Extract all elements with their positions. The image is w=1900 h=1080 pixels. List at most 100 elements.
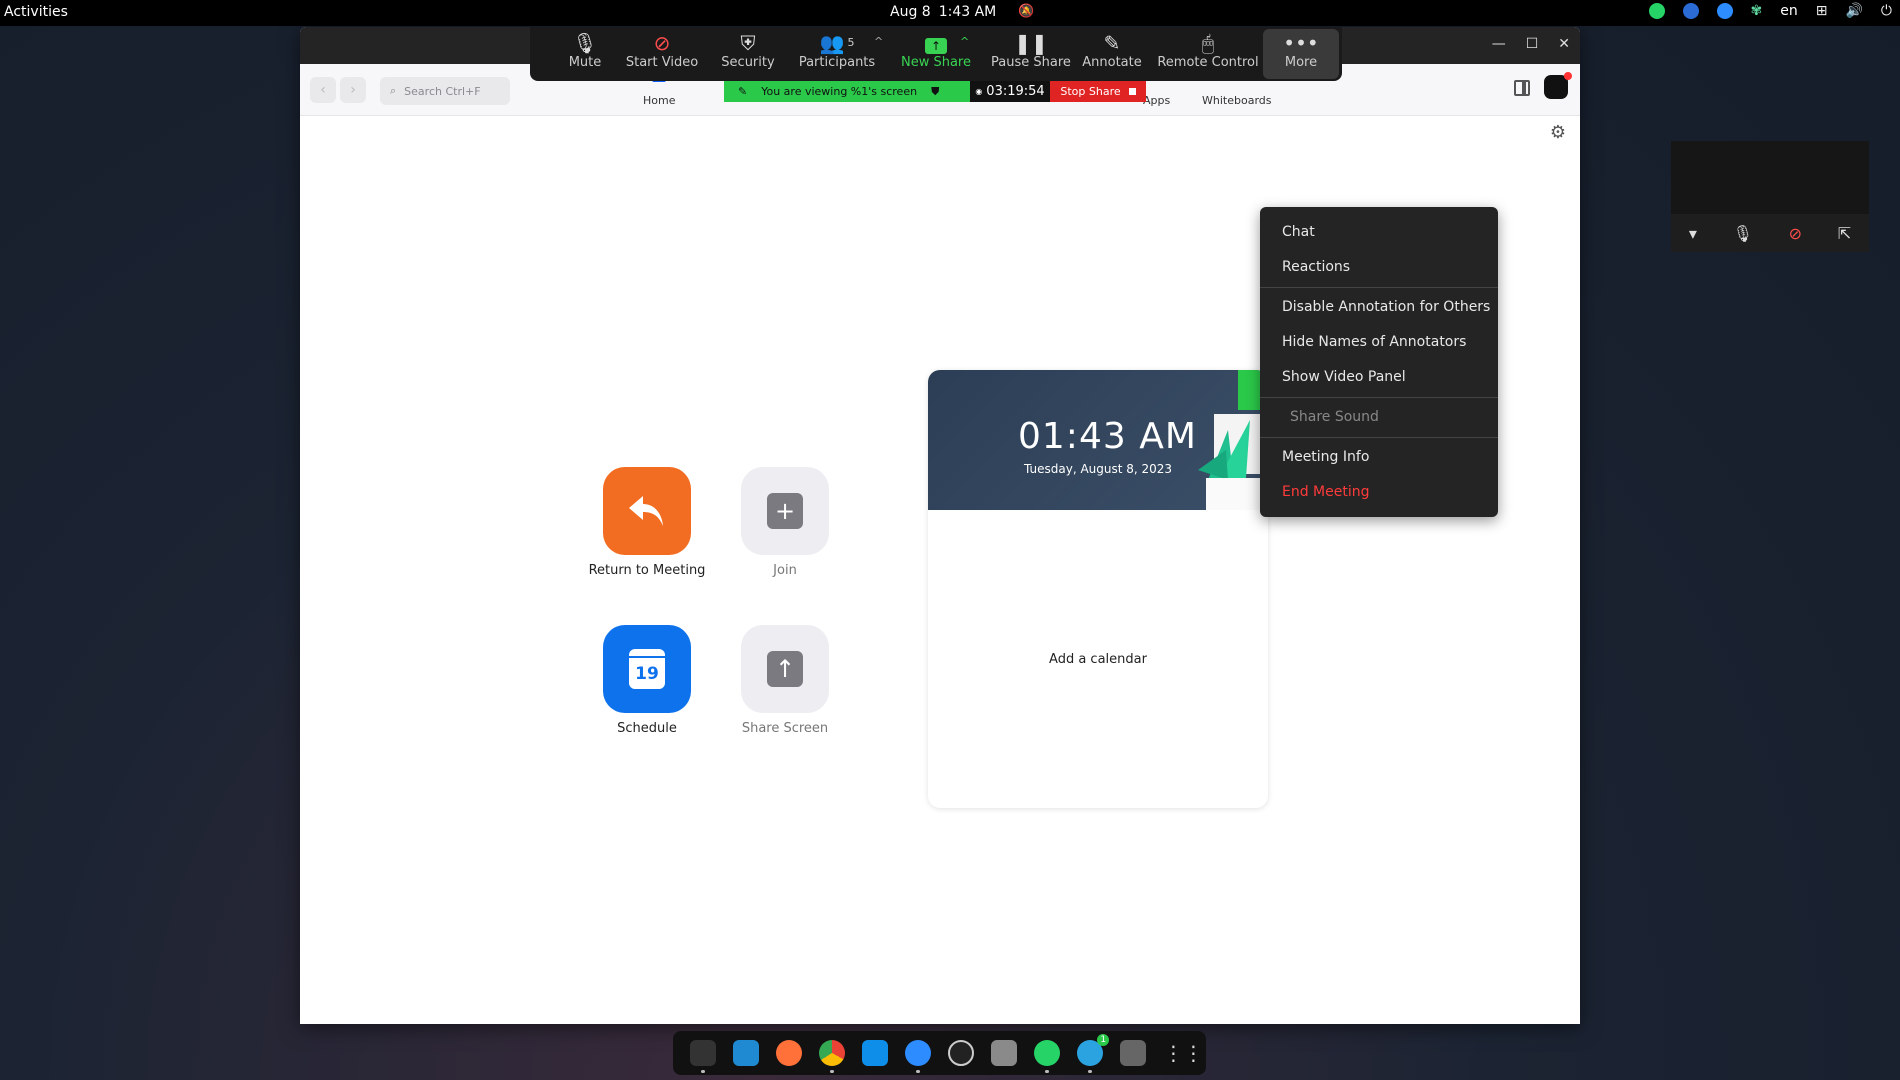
annotate-button[interactable]: ✎ Annotate: [1072, 31, 1152, 70]
whatsapp-tray-icon[interactable]: [1648, 3, 1665, 19]
chrome-icon[interactable]: [818, 1040, 845, 1073]
mouse-icon: 🖱: [1202, 31, 1214, 55]
schedule-button[interactable]: 19: [603, 625, 691, 713]
shield-check-icon: ⛊: [931, 84, 940, 98]
more-dots-icon: •••: [1283, 31, 1319, 55]
pause-icon: ❚❚: [1014, 31, 1048, 55]
search-input[interactable]: ⌕ Search Ctrl+F: [380, 77, 510, 105]
close-icon[interactable]: ✕: [1558, 36, 1570, 52]
clock-time: 1:43 AM: [938, 4, 997, 20]
more-menu: Chat Reactions Disable Annotation for Ot…: [1260, 207, 1498, 517]
stop-share-button[interactable]: Stop Share: [1050, 81, 1146, 102]
collapse-arrow-icon[interactable]: ▾: [1689, 224, 1697, 243]
schedule-label: Schedule: [617, 721, 677, 736]
calendar-card: 01:43 AM Tuesday, August 8, 2023 Add a c…: [928, 370, 1268, 808]
microphone-icon[interactable]: 🎙: [1733, 224, 1753, 243]
teamviewer-icon[interactable]: [861, 1040, 888, 1066]
telegram-badge: 1: [1097, 1034, 1110, 1046]
menu-divider: [1260, 397, 1498, 398]
remote-control-button[interactable]: 🖱 Remote Control: [1156, 31, 1260, 70]
files-icon[interactable]: [991, 1040, 1018, 1066]
join-label: Join: [773, 563, 797, 578]
share-screen-button[interactable]: ↑: [741, 625, 829, 713]
menu-item-reactions[interactable]: Reactions: [1260, 250, 1498, 285]
menu-item-hide-names[interactable]: Hide Names of Annotators: [1260, 325, 1498, 360]
new-share-caret-icon[interactable]: ^: [960, 35, 969, 48]
pencil-icon: ✎: [1103, 31, 1121, 55]
avatar[interactable]: [1544, 72, 1572, 99]
stop-square-icon: [1128, 88, 1136, 95]
join-tile[interactable]: + Join: [720, 467, 850, 578]
disk-icon[interactable]: [1120, 1040, 1147, 1066]
tab-apps[interactable]: Apps: [1143, 94, 1170, 107]
plant-illustration: [1198, 370, 1268, 510]
pop-out-icon[interactable]: ⇱: [1838, 224, 1851, 243]
return-to-meeting-button[interactable]: [603, 467, 691, 555]
language-indicator[interactable]: en: [1780, 3, 1798, 19]
more-button[interactable]: ••• More: [1263, 29, 1339, 79]
app-grid-icon[interactable]: ⋮⋮: [1163, 1040, 1203, 1066]
participants-caret-icon[interactable]: ^: [874, 35, 883, 48]
menu-item-show-video-panel[interactable]: Show Video Panel: [1260, 360, 1498, 395]
system-top-bar: Activities Aug 8 1:43 AM 🔕 ✾ en ⊞ 🔊 ⏻: [0, 0, 1900, 26]
add-calendar-link[interactable]: Add a calendar: [928, 652, 1268, 667]
upload-arrow-icon: ↑: [767, 651, 803, 687]
obs-icon[interactable]: [948, 1040, 974, 1066]
security-button[interactable]: ⛨ Security: [706, 31, 790, 70]
notifications-off-icon: 🔕: [1018, 4, 1035, 19]
annotate-pen-icon: ✎: [738, 85, 748, 98]
tab-home[interactable]: Home: [643, 76, 675, 107]
network-icon[interactable]: ⊞: [1816, 3, 1828, 19]
hero-date: Tuesday, August 8, 2023: [1024, 462, 1173, 476]
power-icon[interactable]: ⏻: [1881, 3, 1892, 19]
share-screen-tile[interactable]: ↑ Share Screen: [720, 625, 850, 736]
hero-time: 01:43 AM: [1018, 416, 1197, 457]
whatsapp-icon[interactable]: [1034, 1040, 1061, 1073]
minimize-icon[interactable]: —: [1492, 36, 1506, 52]
start-video-button[interactable]: ⊘ Start Video: [620, 31, 704, 70]
menu-item-end-meeting[interactable]: End Meeting: [1260, 475, 1498, 510]
calendar-hero: 01:43 AM Tuesday, August 8, 2023: [928, 370, 1268, 510]
search-icon: ⌕: [390, 84, 397, 97]
viewing-text: You are viewing %1's screen: [761, 85, 918, 98]
pause-share-button[interactable]: ❚❚ Pause Share: [983, 31, 1079, 70]
plus-icon: +: [767, 493, 803, 529]
back-button[interactable]: ‹: [310, 77, 336, 103]
firefox-icon[interactable]: [775, 1040, 802, 1066]
calendar-icon: 19: [629, 649, 665, 689]
extension-tray-icon[interactable]: ✾: [1751, 3, 1763, 19]
vscode-icon[interactable]: [732, 1040, 759, 1066]
zoom-icon[interactable]: [904, 1040, 931, 1073]
zoom-tray-icon[interactable]: [1716, 3, 1733, 19]
mini-video-panel[interactable]: ▾ 🎙 ⊘ ⇱: [1671, 141, 1869, 252]
share-arrow-icon: ↑: [925, 38, 947, 54]
activities-button[interactable]: Activities: [4, 4, 68, 20]
schedule-tile[interactable]: 19 Schedule: [582, 625, 712, 736]
return-to-meeting-tile[interactable]: Return to Meeting: [582, 467, 712, 578]
participants-button[interactable]: 👥 5 Participants: [792, 31, 882, 70]
terminal-icon[interactable]: [689, 1040, 716, 1073]
microphone-icon: 🎙: [572, 31, 598, 55]
participants-count: 5: [847, 36, 855, 49]
menu-item-chat[interactable]: Chat: [1260, 215, 1498, 250]
participants-icon: 👥 5: [819, 31, 855, 55]
app-tray-icon[interactable]: [1682, 3, 1699, 19]
menu-item-meeting-info[interactable]: Meeting Info: [1260, 440, 1498, 475]
side-panel-icon[interactable]: [1514, 80, 1530, 96]
tab-whiteboards[interactable]: Whiteboards: [1202, 94, 1271, 107]
clock[interactable]: Aug 8 1:43 AM 🔕: [890, 4, 1034, 20]
share-timer: ◉ 03:19:54: [970, 81, 1050, 102]
clock-date: Aug 8: [890, 4, 931, 20]
menu-item-share-sound: Share Sound: [1290, 409, 1379, 425]
forward-button[interactable]: ›: [340, 77, 366, 103]
menu-divider: [1260, 437, 1498, 438]
meeting-toolbar: 🎙 Mute ⊘ Start Video ⛨ Security 👥 5 Parti…: [530, 27, 1342, 81]
video-off-icon[interactable]: ⊘: [1789, 224, 1802, 243]
telegram-icon[interactable]: 1: [1077, 1034, 1110, 1073]
settings-gear-icon[interactable]: ⚙: [1550, 122, 1566, 143]
volume-icon[interactable]: 🔊: [1845, 3, 1862, 19]
join-button[interactable]: +: [741, 467, 829, 555]
mute-button[interactable]: 🎙 Mute: [555, 31, 615, 70]
menu-item-disable-annotation[interactable]: Disable Annotation for Others: [1260, 290, 1498, 325]
maximize-icon[interactable]: ☐: [1526, 36, 1539, 52]
